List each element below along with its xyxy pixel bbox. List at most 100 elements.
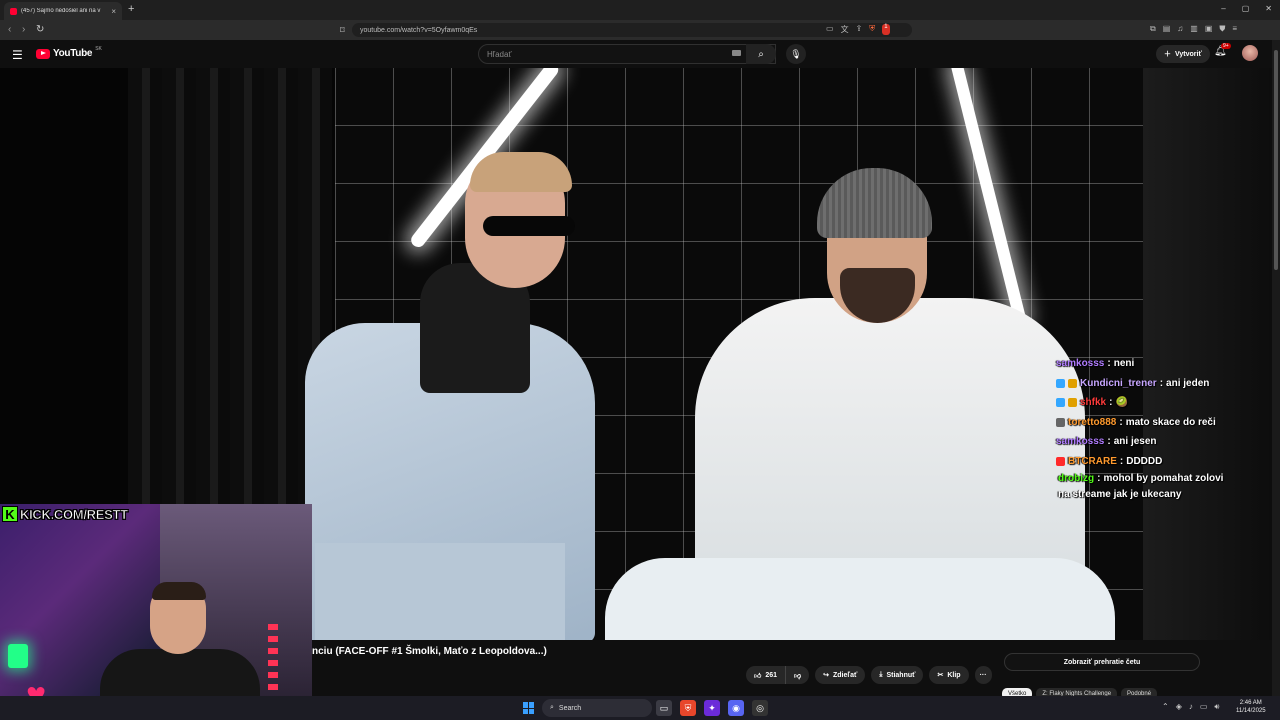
close-window-button[interactable]: ✕ — [1265, 4, 1272, 13]
brave-browser-icon[interactable]: ⛨ — [680, 700, 696, 716]
chat-message: samkosss: ani jesen — [1056, 432, 1236, 452]
clock-date: 11/14/2025 — [1236, 708, 1266, 714]
kick-overlay: K KICK.COM/RESTT — [2, 506, 128, 522]
more-dots-icon: ··· — [979, 671, 987, 679]
ripped-jeans — [315, 543, 565, 640]
chat-username: Kundicni_trener — [1080, 377, 1157, 389]
video-actions: 👍︎ 261 👎︎ ↪ Zdieľať ⤓ Stiahnuť ✂ Klip ··… — [746, 666, 992, 684]
keyboard-icon[interactable] — [732, 50, 741, 56]
reader-icon[interactable]: ▤ — [1163, 24, 1171, 34]
tray-chevron-icon[interactable]: ⌃ — [1162, 702, 1169, 712]
taskbar-clock[interactable]: 2:46 AM 11/14/2025 — [1236, 699, 1266, 715]
chat-text: 🥝 — [1115, 397, 1128, 409]
streamer-hair — [152, 582, 206, 600]
chat-separator: : — [1119, 455, 1124, 467]
chat-badge-icon — [1056, 398, 1065, 408]
obs-app-icon[interactable]: ◎ — [752, 700, 768, 716]
guest-left-hair — [470, 152, 572, 192]
scrollbar-thumb[interactable] — [1274, 50, 1278, 270]
shields-icon[interactable]: ⛨ — [869, 24, 875, 35]
chat-message: samkosss: neni — [1056, 354, 1236, 374]
notifications-button[interactable]: 🔔︎ 9+ — [1214, 43, 1231, 57]
streamer-shirt — [100, 649, 260, 700]
hamburger-menu-icon[interactable]: ☰ — [12, 48, 23, 62]
chat-badge-icon — [1056, 378, 1065, 388]
create-button[interactable]: ＋ Vytvoriť — [1156, 45, 1210, 63]
chat-username: samkosss — [1056, 436, 1105, 448]
chat-separator: : — [1119, 416, 1123, 428]
taskbar-search-label: Search — [558, 704, 582, 712]
twitch-app-icon[interactable]: ✦ — [704, 700, 720, 716]
new-tab-button[interactable]: + — [128, 3, 134, 15]
wallet-icon[interactable]: ▣ — [1205, 24, 1213, 34]
more-actions-button[interactable]: ··· — [974, 666, 992, 684]
grey-beanie — [817, 168, 932, 238]
forward-arrow-icon[interactable]: › — [22, 24, 25, 35]
network-icon[interactable]: ▭ — [1200, 702, 1208, 712]
taskbar-search-icon: ⌕ — [550, 704, 554, 711]
tray-app-icon[interactable]: ◈ — [1176, 702, 1182, 712]
browser-tab[interactable]: (457) Šajmo nedošiel ani na v × — [4, 2, 122, 20]
scissors-icon: ✂ — [937, 672, 944, 679]
maximize-button[interactable]: ▢ — [1242, 4, 1250, 13]
youtube-wordmark: YouTube — [53, 48, 93, 59]
streamer-webcam: ♥ — [0, 504, 312, 700]
kick-url: KICK.COM/RESTT — [20, 506, 129, 522]
like-dislike-group: 👍︎ 261 👎︎ — [746, 666, 810, 684]
kick-logo-icon: K — [2, 506, 18, 522]
taskbar-search[interactable]: ⌕ Search — [542, 699, 652, 717]
vpn-icon[interactable]: ⛊ — [1219, 24, 1225, 34]
tab-close-icon[interactable]: × — [111, 7, 116, 16]
volume-icon[interactable]: 🔊︎ — [1214, 702, 1219, 712]
download-button[interactable]: ⤓ Stiahnuť — [871, 666, 924, 684]
task-view-icon[interactable]: ▭ — [656, 700, 672, 716]
chat-username: toretto888 — [1068, 416, 1117, 428]
minimize-button[interactable]: – — [1221, 4, 1225, 13]
address-bar-row: ‹ › ↻ ⌑ youtube.com/watch?v=5Oyfawm0qEs … — [0, 20, 1280, 40]
youtube-favicon-icon — [10, 7, 17, 15]
share-icon[interactable]: ⇪ — [856, 24, 863, 35]
account-avatar[interactable] — [1242, 45, 1258, 61]
like-button[interactable]: 👍︎ 261 — [746, 666, 787, 684]
create-label: Vytvoriť — [1175, 50, 1202, 58]
share-button[interactable]: ↪ Zdieľať — [815, 666, 866, 684]
chat-text: neni — [1113, 358, 1135, 370]
guest-right — [605, 158, 1115, 640]
windows-start-icon[interactable] — [523, 702, 535, 714]
youtube-logo[interactable]: YouTube SK — [36, 45, 102, 59]
page-action-icons: ▭ 文 ⇪ ⛨ 1 — [826, 24, 890, 35]
clip-button[interactable]: ✂ Klip — [929, 666, 969, 684]
bookmark-icon[interactable]: ⌑ — [340, 25, 345, 36]
extension-badge[interactable]: 1 — [882, 24, 890, 35]
chat-message: BTCRARE: DDDDD — [1056, 452, 1236, 472]
reload-icon[interactable]: ↻ — [36, 24, 44, 35]
page-scrollbar[interactable] — [1272, 40, 1280, 700]
share-label: Zdieľať — [833, 671, 858, 679]
microphone-icon: 🎙 — [790, 48, 802, 59]
voice-search-button[interactable]: 🎙 — [786, 44, 806, 64]
discord-app-icon[interactable]: ◉ — [728, 700, 744, 716]
window-controls: – ▢ ✕ — [1221, 4, 1272, 13]
chat-badge-icon — [1056, 456, 1065, 466]
back-arrow-icon[interactable]: ‹ — [8, 24, 11, 35]
youtube-play-icon — [36, 48, 50, 59]
mic-tray-icon[interactable]: ♪ — [1189, 702, 1193, 712]
chat-text: mato skace do reči — [1125, 416, 1216, 428]
music-icon[interactable]: ♫ — [1177, 24, 1183, 34]
youtube-header: ☰ YouTube SK Hľadať ⌕ 🎙 ＋ Vytvoriť 🔔︎ 9+ — [0, 40, 1280, 68]
show-chat-replay-button[interactable]: Zobraziť prehratie četu — [1004, 653, 1200, 671]
chat-separator: : — [1097, 473, 1101, 484]
search-input[interactable]: Hľadať — [478, 44, 776, 64]
sidebar-icon[interactable]: ▥ — [1190, 24, 1198, 34]
plus-icon: ＋ — [1164, 51, 1171, 58]
menu-icon[interactable]: ≡ — [1232, 24, 1237, 34]
download-icon: ⤓ — [879, 671, 883, 678]
search-button[interactable]: ⌕ — [746, 44, 776, 64]
chat-badge-icon — [1068, 398, 1077, 408]
country-code: SK — [95, 45, 102, 52]
dislike-button[interactable]: 👎︎ — [786, 671, 809, 680]
extensions-icon[interactable]: ⧉ — [1150, 24, 1156, 34]
cast-icon[interactable]: ▭ — [826, 24, 834, 35]
translate-icon[interactable]: 文 — [841, 24, 849, 35]
search-placeholder: Hľadať — [487, 49, 512, 59]
